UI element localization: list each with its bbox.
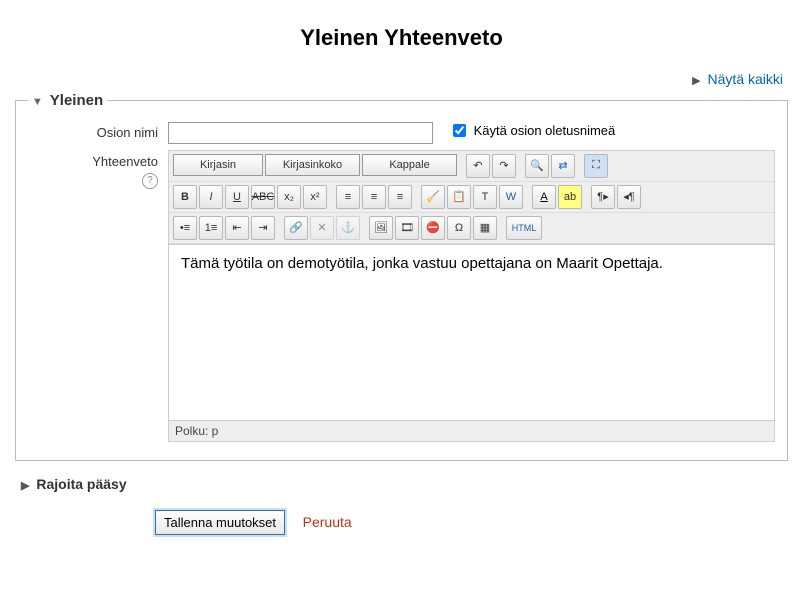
expand-all-link[interactable]: ▶ Näytä kaikki (692, 71, 783, 87)
general-fieldset: ▼ Yleinen Osion nimi Käytä osion oletusn… (15, 92, 788, 461)
image-button[interactable]: 🖼 (369, 216, 393, 240)
embed-button[interactable]: ⛔ (421, 216, 445, 240)
outdent-button[interactable]: ⇤ (225, 216, 249, 240)
rich-text-editor: Kirjasin Kirjasinkoko Kappale ↶ ↷ 🔍 ⇄ ⛶ … (168, 150, 775, 442)
chevron-right-icon: ▶ (692, 75, 700, 87)
editor-path: Polku: p (169, 420, 774, 441)
redo-button[interactable]: ↷ (492, 154, 516, 178)
media-button[interactable]: 🎞 (395, 216, 419, 240)
strike-button[interactable]: ABC (251, 185, 275, 209)
chevron-down-icon: ▼ (32, 96, 43, 108)
toolbar-row-2: B I U ABC x₂ x² ≡ ≡ ≡ 🧹 📋 T W A (169, 182, 774, 213)
use-default-name-checkbox[interactable] (453, 124, 466, 137)
general-legend[interactable]: ▼ Yleinen (28, 92, 107, 109)
ul-button[interactable]: •≡ (173, 216, 197, 240)
link-button[interactable]: 🔗 (284, 216, 308, 240)
align-left-button[interactable]: ≡ (336, 185, 360, 209)
toolbar-row-1: Kirjasin Kirjasinkoko Kappale ↶ ↷ 🔍 ⇄ ⛶ (169, 151, 774, 182)
cancel-link[interactable]: Peruuta (303, 514, 352, 530)
restrict-access-toggle[interactable]: ▶ Rajoita pääsy (21, 476, 788, 492)
save-button[interactable]: Tallenna muutokset (155, 510, 285, 535)
page-title: Yleinen Yhteenveto (15, 25, 788, 51)
align-right-button[interactable]: ≡ (388, 185, 412, 209)
italic-button[interactable]: I (199, 185, 223, 209)
cleanup-button[interactable]: 🧹 (421, 185, 445, 209)
align-center-button[interactable]: ≡ (362, 185, 386, 209)
font-size-select[interactable]: Kirjasinkoko (265, 154, 360, 176)
anchor-button[interactable]: ⚓ (336, 216, 360, 240)
replace-button[interactable]: ⇄ (551, 154, 575, 178)
toolbar-row-3: •≡ 1≡ ⇤ ⇥ 🔗 ✕ ⚓ 🖼 🎞 ⛔ Ω ▦ HTML (169, 213, 774, 244)
section-name-input[interactable] (168, 122, 433, 144)
summary-label: Yhteenveto (28, 154, 158, 169)
underline-button[interactable]: U (225, 185, 249, 209)
superscript-button[interactable]: x² (303, 185, 327, 209)
ol-button[interactable]: 1≡ (199, 216, 223, 240)
section-name-label: Osion nimi (28, 121, 168, 140)
chevron-right-icon: ▶ (21, 480, 29, 492)
help-icon[interactable]: ? (142, 173, 158, 189)
editor-content[interactable]: Tämä työtila on demotyötila, jonka vastu… (169, 244, 774, 420)
format-select[interactable]: Kappale (362, 154, 457, 176)
ltr-button[interactable]: ¶▸ (591, 185, 615, 209)
indent-button[interactable]: ⇥ (251, 216, 275, 240)
paste-button[interactable]: 📋 (447, 185, 471, 209)
text-color-button[interactable]: A (532, 185, 556, 209)
paste-text-button[interactable]: T (473, 185, 497, 209)
specialchar-button[interactable]: Ω (447, 216, 471, 240)
unlink-button[interactable]: ✕ (310, 216, 334, 240)
general-legend-text: Yleinen (50, 92, 103, 109)
expand-all-label: Näytä kaikki (708, 71, 783, 87)
fullscreen-button[interactable]: ⛶ (584, 154, 608, 178)
bg-color-button[interactable]: ab (558, 185, 582, 209)
use-default-name-label: Käytä osion oletusnimeä (474, 123, 616, 138)
restrict-access-label: Rajoita pääsy (36, 476, 126, 492)
rtl-button[interactable]: ◂¶ (617, 185, 641, 209)
bold-button[interactable]: B (173, 185, 197, 209)
font-family-select[interactable]: Kirjasin (173, 154, 263, 176)
html-button[interactable]: HTML (506, 216, 542, 240)
undo-button[interactable]: ↶ (466, 154, 490, 178)
table-button[interactable]: ▦ (473, 216, 497, 240)
find-button[interactable]: 🔍 (525, 154, 549, 178)
paste-word-button[interactable]: W (499, 185, 523, 209)
subscript-button[interactable]: x₂ (277, 185, 301, 209)
